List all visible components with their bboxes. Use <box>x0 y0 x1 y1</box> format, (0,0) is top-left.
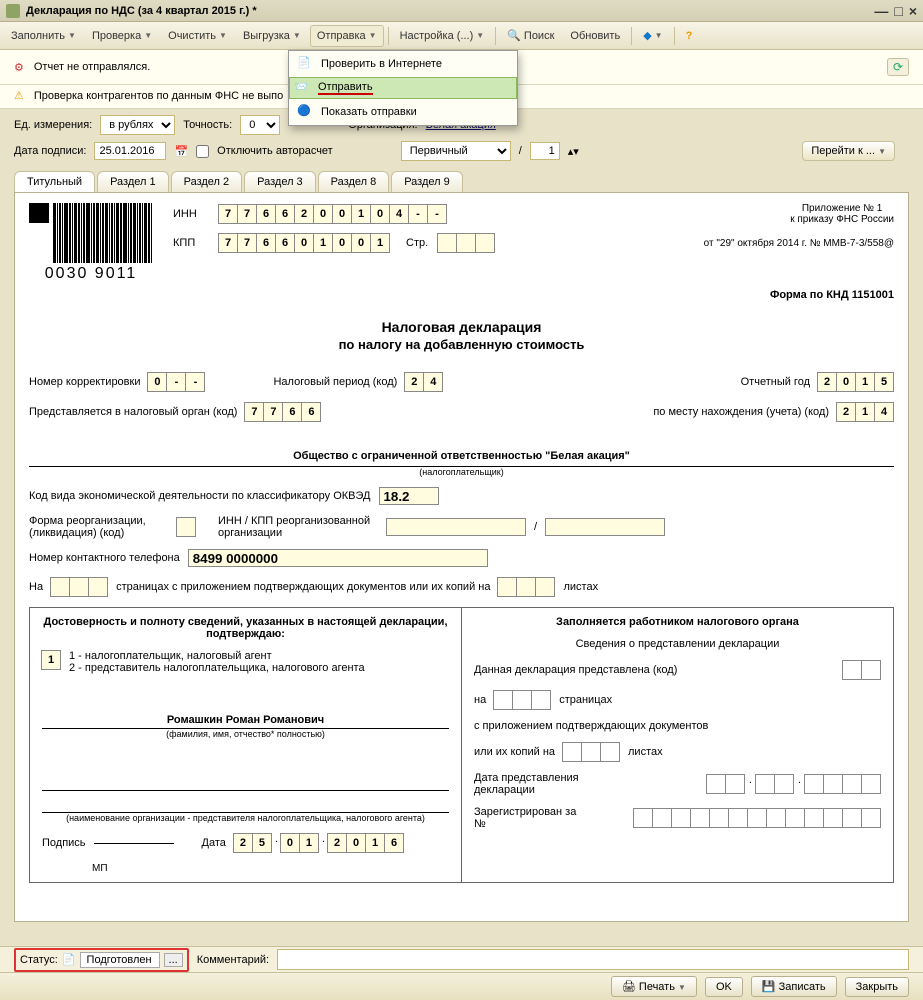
extra-button[interactable]: ◆▼ <box>636 24 669 47</box>
fns-check-message: Проверка контрагентов по данным ФНС не в… <box>34 90 283 102</box>
barcode: 0030 9011 <box>29 203 153 283</box>
maximize-button[interactable]: □ <box>894 3 902 19</box>
not-sent-message: Отчет не отправлялся. <box>34 61 150 73</box>
search-button[interactable]: 🔍Поиск <box>500 24 561 47</box>
org-name: Общество с ограниченной ответственностью… <box>29 446 894 467</box>
precision-select[interactable]: 0 <box>240 115 280 135</box>
send-item[interactable]: 📨Отправить <box>289 77 517 99</box>
doc-subtitle: по налогу на добавленную стоимость <box>29 337 894 352</box>
tab-4[interactable]: Раздел 8 <box>318 171 390 192</box>
send-button[interactable]: Отправка▼ <box>310 25 384 47</box>
check-online-item[interactable]: 📄Проверить в Интернете <box>289 51 517 77</box>
print-button[interactable]: 🖨 Печать ▼ <box>611 976 697 997</box>
autocalc-checkbox[interactable] <box>196 145 209 158</box>
goto-button[interactable]: Перейти к ... ▼ <box>802 141 895 161</box>
tab-2[interactable]: Раздел 2 <box>171 171 243 192</box>
help-button[interactable]: ? <box>679 25 700 47</box>
primary-select[interactable]: Первичный <box>401 141 511 161</box>
reorg-kpp-input[interactable] <box>545 518 665 536</box>
show-sends-item[interactable]: 🔵Показать отправки <box>289 99 517 125</box>
status-box: Статус: 📄 Подготовлен ... <box>14 948 189 972</box>
settings-button[interactable]: Настройка (...)▼ <box>393 25 492 47</box>
warning-icon: ⚙ <box>14 61 24 74</box>
precision-label: Точность: <box>183 119 232 131</box>
tab-5[interactable]: Раздел 9 <box>391 171 463 192</box>
refresh-icon[interactable]: ⟳ <box>887 58 909 76</box>
export-button[interactable]: Выгрузка▼ <box>236 25 308 47</box>
refresh-button[interactable]: Обновить <box>563 25 627 47</box>
close-button[interactable]: × <box>909 3 917 19</box>
doc-title: Налоговая декларация <box>29 319 894 335</box>
sign-date-label: Дата подписи: <box>14 145 86 157</box>
tab-1[interactable]: Раздел 1 <box>97 171 169 192</box>
sign-date-input[interactable] <box>94 142 166 160</box>
ok-button[interactable]: OK <box>705 977 743 997</box>
window-title: Декларация по НДС (за 4 квартал 2015 г.)… <box>26 5 874 17</box>
reorg-inn-input[interactable] <box>386 518 526 536</box>
num-input[interactable] <box>530 142 560 160</box>
inn-label: ИНН <box>173 208 209 220</box>
kpp-label: КПП <box>173 237 209 249</box>
alert-icon: ⚠ <box>14 89 24 102</box>
close-window-button[interactable]: Закрыть <box>845 977 909 997</box>
tab-0[interactable]: Титульный <box>14 171 95 192</box>
clear-button[interactable]: Очистить▼ <box>161 25 234 47</box>
phone-input[interactable] <box>188 549 488 567</box>
comment-input[interactable] <box>277 949 909 970</box>
autocalc-label: Отключить авторасчет <box>217 145 333 157</box>
status-value: Подготовлен <box>80 952 160 968</box>
fill-button[interactable]: Заполнить▼ <box>4 25 83 47</box>
representative-name: Ромашкин Роман Романович <box>42 714 449 729</box>
save-button[interactable]: 💾 Записать <box>751 976 837 997</box>
form-code: Форма по КНД 1151001 <box>29 289 894 301</box>
unit-label: Ед. измерения: <box>14 119 92 131</box>
send-dropdown: 📄Проверить в Интернете 📨Отправить 🔵Показ… <box>288 50 518 126</box>
app-icon <box>6 4 20 18</box>
num-stepper[interactable]: ▴▾ <box>568 145 579 158</box>
okved-input[interactable] <box>379 487 439 505</box>
minimize-button[interactable]: — <box>874 3 888 19</box>
tab-3[interactable]: Раздел 3 <box>244 171 316 192</box>
unit-select[interactable]: в рублях <box>100 115 175 135</box>
date-picker-icon[interactable]: 📅 <box>174 145 188 158</box>
status-change-button[interactable]: ... <box>164 953 183 967</box>
check-button[interactable]: Проверка▼ <box>85 25 159 47</box>
